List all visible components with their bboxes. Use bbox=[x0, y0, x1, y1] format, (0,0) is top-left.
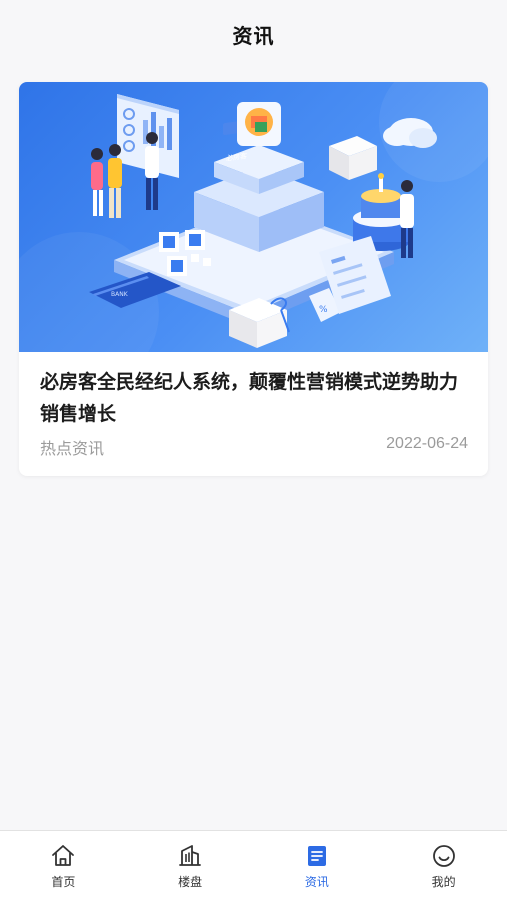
tab-mine-label: 我的 bbox=[431, 875, 456, 889]
svg-text:%: % bbox=[319, 305, 328, 315]
page-title: 资讯 bbox=[232, 23, 275, 48]
tab-news[interactable]: 资讯 bbox=[254, 831, 381, 901]
top-bar: 资讯 bbox=[0, 0, 507, 68]
tab-home-label: 首页 bbox=[51, 875, 76, 889]
bottom-tab-bar: 首页 楼盘 资讯 我的 bbox=[0, 830, 507, 901]
tower-illustration: 必房客 bbox=[194, 102, 324, 252]
news-category: 热点资讯 bbox=[40, 439, 105, 458]
building-icon bbox=[179, 845, 202, 866]
smiley-icon bbox=[432, 845, 455, 867]
news-cover-image: 必房客 BANK % bbox=[19, 82, 488, 352]
tab-home[interactable]: 首页 bbox=[0, 831, 127, 901]
box-illustration bbox=[329, 136, 377, 180]
tab-buildings[interactable]: 楼盘 bbox=[127, 831, 254, 901]
news-date: 2022-06-24 bbox=[386, 435, 468, 452]
news-icon bbox=[307, 846, 326, 866]
tab-news-label: 资讯 bbox=[304, 875, 329, 889]
bank-card-text: BANK bbox=[111, 291, 129, 298]
tab-mine[interactable]: 我的 bbox=[380, 831, 507, 901]
news-title[interactable]: 必房客全民经纪人系统，颠覆性营销模式逆势助力销售增长 bbox=[40, 366, 470, 430]
news-card[interactable]: 必房客 BANK % 必房客全民经纪人系统，颠覆性营销模式逆势助力销售增长 热点… bbox=[19, 82, 488, 476]
tab-buildings-label: 楼盘 bbox=[178, 875, 203, 889]
home-icon bbox=[52, 845, 75, 866]
